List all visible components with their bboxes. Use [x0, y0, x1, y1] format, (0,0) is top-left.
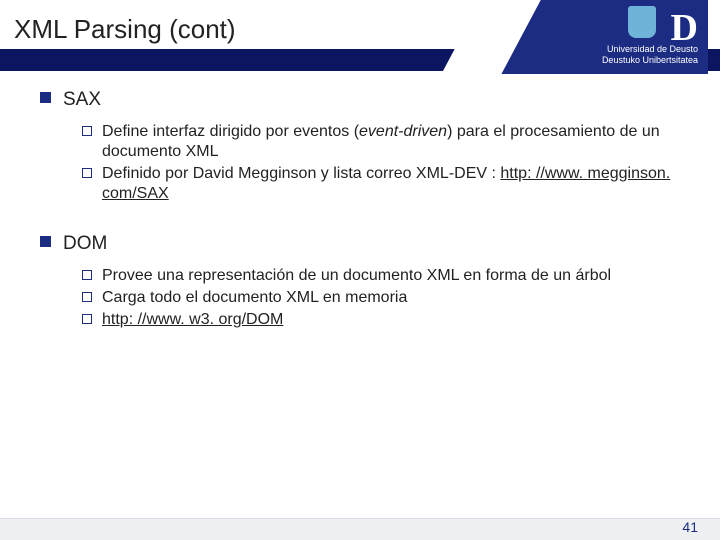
square-bullet-icon: [40, 236, 51, 247]
footer-bar: 41: [0, 518, 720, 540]
sub-item: Carga todo el documento XML en memoria: [82, 288, 704, 308]
hollow-bullet-icon: [82, 270, 92, 280]
slide-body: SAX Define interfaz dirigido por eventos…: [12, 88, 704, 340]
logo-text: Universidad de Deusto Deustuko Unibertsi…: [548, 44, 698, 66]
hollow-bullet-icon: [82, 314, 92, 324]
bullet-label: DOM: [63, 232, 107, 256]
bullet-dom: DOM Provee una representación de un docu…: [12, 232, 704, 330]
bullet-sax: SAX Define interfaz dirigido por eventos…: [12, 88, 704, 204]
link-w3-dom[interactable]: http: //www. w3. org/DOM: [102, 311, 283, 328]
sub-item: http: //www. w3. org/DOM: [82, 310, 704, 330]
hollow-bullet-icon: [82, 168, 92, 178]
bullet-label: SAX: [63, 88, 101, 112]
sub-list: Define interfaz dirigido por eventos (ev…: [12, 122, 704, 204]
square-bullet-icon: [40, 92, 51, 103]
shield-icon: [628, 6, 656, 38]
slide: XML Parsing (cont) D Universidad de Deus…: [0, 0, 720, 540]
sub-item: Define interfaz dirigido por eventos (ev…: [82, 122, 704, 162]
sub-list: Provee una representación de un document…: [12, 266, 704, 330]
page-number: 41: [682, 519, 698, 535]
hollow-bullet-icon: [82, 126, 92, 136]
slide-title: XML Parsing (cont): [14, 14, 236, 45]
sub-item: Provee una representación de un document…: [82, 266, 704, 286]
sub-item: Definido por David Megginson y lista cor…: [82, 164, 704, 204]
title-bar: XML Parsing (cont) D Universidad de Deus…: [0, 0, 720, 70]
hollow-bullet-icon: [82, 292, 92, 302]
university-logo: D Universidad de Deusto Deustuko Unibert…: [496, 0, 708, 74]
